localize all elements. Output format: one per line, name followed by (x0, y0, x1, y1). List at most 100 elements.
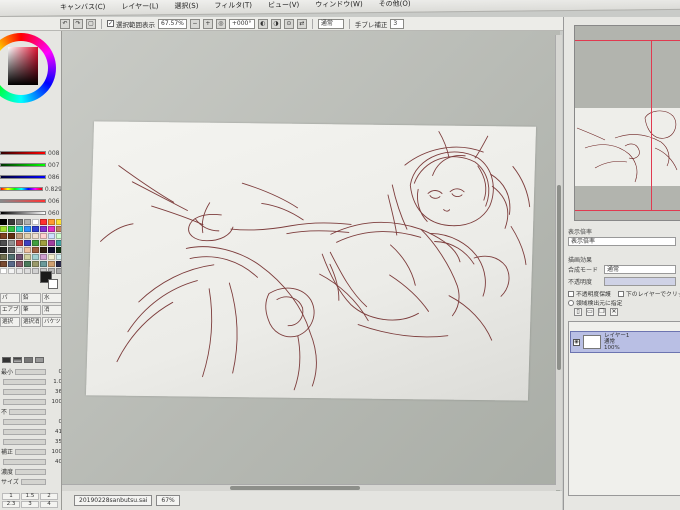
menu-view[interactable]: ビュー(V) (260, 0, 307, 10)
color-swatch[interactable] (40, 247, 47, 253)
brush-property-row[interactable]: サイズ (0, 477, 61, 486)
color-swatch[interactable] (40, 240, 47, 246)
clip-layer-toggle[interactable]: 下のレイヤーでクリッピング (618, 289, 680, 298)
color-swatch[interactable] (16, 254, 23, 260)
color-swatch[interactable] (48, 240, 55, 246)
color-swatch[interactable] (8, 261, 15, 267)
new-layer-icon[interactable]: ▯ (574, 308, 582, 316)
color-swatch[interactable] (48, 261, 55, 267)
blue-slider[interactable]: 086 (0, 173, 61, 181)
color-swatch[interactable] (8, 240, 15, 246)
color-swatch[interactable] (16, 240, 23, 246)
brush-size-preset[interactable]: 1.5 (21, 493, 39, 500)
redo-button[interactable]: ↷ (73, 18, 83, 29)
brush-property-row[interactable]: 100 (0, 397, 61, 406)
color-swatch[interactable] (8, 226, 15, 232)
menu-other[interactable]: その他(O) (371, 0, 419, 9)
menu-window[interactable]: ウィンドウ(W) (307, 0, 370, 10)
delete-layer-icon[interactable]: ✕ (610, 308, 618, 316)
brush-size-preset[interactable]: 2.3 (2, 501, 20, 508)
color-swatch[interactable] (32, 240, 39, 246)
saturation-slider[interactable]: 006 (0, 197, 61, 205)
brush-property-row[interactable]: 0 (0, 417, 61, 426)
menu-select[interactable]: 選択(S) (167, 1, 207, 11)
canvas-area[interactable] (62, 31, 562, 491)
vertical-scroll-thumb[interactable] (557, 185, 561, 370)
color-swatch[interactable] (48, 226, 55, 232)
flip-button[interactable]: ⇄ (296, 18, 307, 29)
menu-filter[interactable]: フィルタ(T) (206, 0, 260, 11)
brightness-slider[interactable]: 060 (0, 209, 61, 217)
color-swatch[interactable] (24, 261, 31, 267)
brush-size-preset[interactable]: 2 (40, 493, 58, 500)
drawing-canvas[interactable] (85, 121, 537, 401)
color-swatch[interactable] (8, 268, 15, 274)
brush-property-slider[interactable] (3, 458, 46, 465)
brush-property-slider[interactable] (15, 368, 46, 375)
new-folder-icon[interactable]: ▭ (586, 308, 594, 316)
zoom-in-button[interactable]: + (202, 18, 213, 29)
eye-icon[interactable]: ◉ (573, 338, 580, 346)
brush-property-slider[interactable] (9, 408, 46, 415)
color-swatch[interactable] (0, 268, 7, 274)
brush-property-row[interactable]: 36 (0, 387, 61, 396)
brush-property-slider[interactable] (3, 398, 46, 405)
display-zoom-select[interactable]: 表示倍率 (568, 237, 676, 246)
color-swatch[interactable] (24, 226, 31, 232)
brush-shape-soft[interactable] (13, 357, 22, 363)
color-swatch[interactable] (24, 268, 31, 274)
color-swatch[interactable] (16, 219, 23, 225)
rotate-reset-button[interactable]: ⊙ (283, 18, 294, 29)
color-swatch[interactable] (40, 254, 47, 260)
brush-property-slider[interactable] (15, 448, 46, 455)
color-swatch[interactable] (0, 226, 7, 232)
horizontal-scrollbar[interactable] (62, 484, 556, 491)
color-swatch[interactable] (8, 233, 15, 239)
color-swatch[interactable] (48, 254, 55, 260)
tool-bucket[interactable]: バケツ (42, 317, 61, 327)
color-swatch[interactable] (32, 268, 39, 274)
color-swatch[interactable] (16, 233, 23, 239)
brush-property-row[interactable]: 1.0 (0, 377, 61, 386)
copy-layer-icon[interactable]: ❐ (598, 308, 606, 316)
zoom-field[interactable]: 67.57% (158, 18, 187, 29)
brush-property-slider[interactable] (15, 468, 46, 475)
selection-display-toggle[interactable]: ✓ 選択範囲表示 (107, 19, 155, 29)
color-swatch[interactable] (48, 233, 55, 239)
deselect-button[interactable]: ▢ (86, 18, 96, 29)
color-swatch[interactable] (0, 219, 7, 225)
brush-property-slider[interactable] (3, 438, 46, 445)
brush-size-preset[interactable]: 1 (2, 493, 20, 500)
red-slider[interactable]: 008 (0, 149, 61, 157)
brush-shape-flat[interactable] (24, 357, 33, 363)
brush-property-row[interactable]: 濃度 (0, 467, 61, 476)
color-swatch[interactable] (16, 261, 23, 267)
color-swatch[interactable] (24, 254, 31, 260)
color-swatch[interactable] (0, 240, 7, 246)
brush-property-row[interactable]: 40 (0, 457, 61, 466)
stabilizer-select[interactable]: 3 (390, 18, 405, 29)
saturation-value-square[interactable] (8, 47, 38, 85)
color-swatch[interactable] (16, 226, 23, 232)
brush-property-slider[interactable] (3, 418, 46, 425)
tool-brush[interactable]: 筆 (21, 305, 41, 315)
color-swatch[interactable] (32, 261, 39, 267)
tool-select-eraser[interactable]: 選択消 (21, 317, 41, 327)
color-swatch[interactable] (0, 261, 7, 267)
color-swatch[interactable] (0, 233, 7, 239)
color-swatch[interactable] (32, 233, 39, 239)
color-swatch[interactable] (48, 219, 55, 225)
brush-property-slider[interactable] (3, 388, 46, 395)
blend-mode-field[interactable]: 通常 (604, 265, 676, 274)
color-swatch[interactable] (8, 219, 15, 225)
navigator-preview[interactable] (574, 25, 680, 221)
color-swatch[interactable] (24, 240, 31, 246)
brush-property-slider[interactable] (3, 378, 46, 385)
menu-layer[interactable]: レイヤー(L) (113, 1, 166, 12)
tool-pencil[interactable]: 鉛 (21, 293, 41, 303)
zoom-reset-button[interactable]: ◎ (215, 18, 226, 29)
tool-pen[interactable]: パ (0, 293, 20, 303)
background-color[interactable] (48, 279, 58, 289)
zoom-out-button[interactable]: − (189, 18, 200, 29)
layer-item[interactable]: ◉ レイヤー1 通常 100% (570, 331, 680, 353)
